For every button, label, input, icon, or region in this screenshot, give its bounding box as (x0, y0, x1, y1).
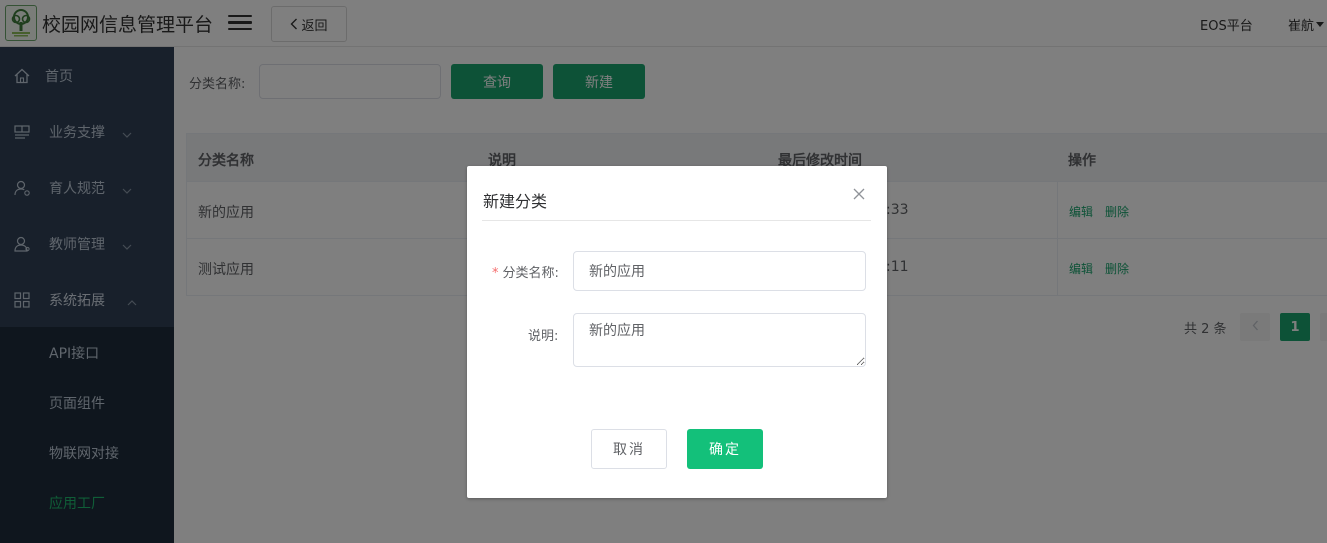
description-label: 说明: (528, 329, 559, 344)
description-textarea[interactable]: 新的应用 (573, 313, 866, 367)
close-icon[interactable] (852, 187, 866, 201)
confirm-button[interactable]: 确定 (687, 429, 763, 469)
dialog-title: 新建分类 (483, 192, 548, 211)
category-name-label: * 分类名称: (492, 266, 559, 281)
dialog-divider (482, 220, 871, 221)
category-name-input[interactable] (573, 251, 866, 291)
cancel-button[interactable]: 取消 (591, 429, 667, 469)
new-category-dialog: 新建分类 *分类名称: 说明: 新的应用 取消 确定 (467, 166, 887, 498)
required-asterisk: * (492, 266, 499, 281)
